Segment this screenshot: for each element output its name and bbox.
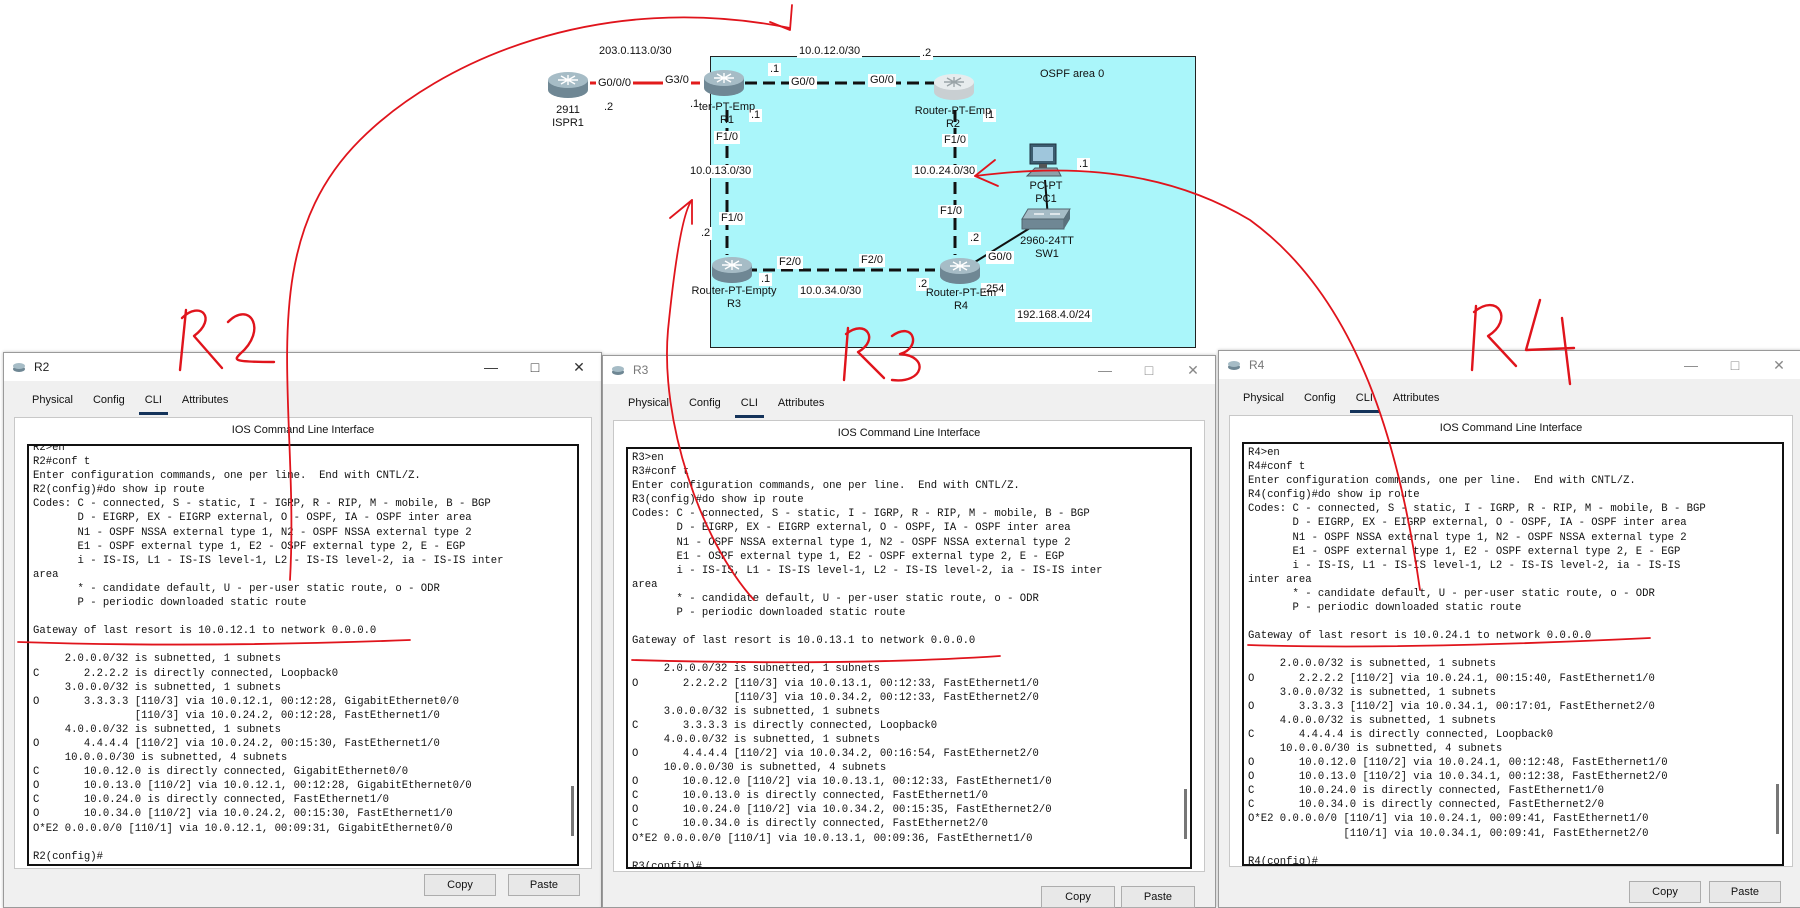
router-r3-icon[interactable] [710,255,754,285]
router-r1-icon[interactable] [702,68,746,98]
maximize-icon[interactable]: □ [1127,356,1171,384]
minimize-icon[interactable]: — [469,353,513,381]
ospf-area-label: OSPF area 0 [1040,68,1105,80]
tab-config[interactable]: Config [679,394,731,416]
pc-dot1-label: .1 [1077,158,1091,171]
r1-device-label: ter-PT-Emp R1 [698,101,756,126]
pc-icon[interactable] [1025,142,1063,178]
isp-device-label: 2911 ISPR1 [552,104,584,129]
console-output[interactable]: R4>en R4#conf t Enter configuration comm… [1242,442,1784,866]
console-output[interactable]: R3>en R3#conf t Enter configuration comm… [626,447,1192,869]
r2-r4-network-label: 10.0.24.0/30 [912,165,978,178]
minimize-icon[interactable]: — [1083,356,1127,384]
r1-r2-network-label: 10.0.12.0/30 [797,45,863,58]
console-output[interactable]: R2>en R2#conf t Enter configuration comm… [27,444,579,866]
r4-titlebar[interactable]: R4 — □ ✕ [1219,351,1800,379]
tab-cli[interactable]: CLI [731,394,768,418]
console-text: R2>en R2#conf t Enter configuration comm… [33,444,504,863]
r4-device-label: Router-PT-Em R4 [925,287,997,312]
r3-f20-label: F2/0 [777,256,804,269]
r3-r4-network-label: 10.0.34.0/30 [798,285,864,298]
window-title: R2 [34,360,50,374]
copy-button[interactable]: Copy [1041,886,1115,908]
console-text: R4>en R4#conf t Enter configuration comm… [1248,447,1706,866]
r4-window: R4 — □ ✕ Physical Config CLI Attributes … [1218,350,1800,908]
tab-bar: Physical Config CLI Attributes [1233,389,1449,413]
cli-panel: IOS Command Line Interface R4>en R4#conf… [1229,415,1793,867]
r1-g30-label: G3/0 [663,74,691,87]
r1-g00-label: G0/0 [789,76,817,89]
tab-attributes[interactable]: Attributes [768,394,834,416]
r3-titlebar[interactable]: R3 — □ ✕ [603,356,1215,384]
tab-physical[interactable]: Physical [1233,389,1294,411]
tab-config[interactable]: Config [83,391,135,413]
close-icon[interactable]: ✕ [1757,351,1800,379]
copy-button[interactable]: Copy [424,874,496,896]
scrollbar[interactable] [571,786,574,836]
r3-window: R3 — □ ✕ Physical Config CLI Attributes … [602,355,1216,908]
router-isp-icon[interactable] [546,70,590,100]
isp-network-label: 203.0.113.0/30 [597,45,674,58]
maximize-icon[interactable]: □ [513,353,557,381]
app-icon [1228,361,1240,370]
cli-header: IOS Command Line Interface [231,424,375,436]
lan-network-label: 192.168.4.0/24 [1015,309,1093,322]
isp-host-label: .2 [602,101,616,114]
topology-links [590,81,1049,272]
r4-g00-label: G0/0 [986,251,1014,264]
sw-device-label: 2960-24TT SW1 [1020,235,1074,260]
r2-titlebar[interactable]: R2 — □ ✕ [4,353,601,381]
close-icon[interactable]: ✕ [557,353,601,381]
scrollbar[interactable] [1776,784,1779,834]
r1-dot1-a: .1 [768,63,782,76]
maximize-icon[interactable]: □ [1713,351,1757,379]
pc-device-label: PC-PT PC1 [1029,180,1063,205]
console-text: R3>en R3#conf t Enter configuration comm… [632,452,1103,869]
scrollbar[interactable] [1184,789,1187,839]
tab-physical[interactable]: Physical [22,391,83,413]
r4-f10-label: F1/0 [938,205,965,218]
tab-physical[interactable]: Physical [618,394,679,416]
r3-device-label: Router-PT-Empty R3 [691,285,777,310]
r2-f10-label: F1/0 [942,134,969,147]
app-icon [612,366,624,375]
switch-icon[interactable] [1020,207,1072,231]
r2-window: R2 — □ ✕ Physical Config CLI Attributes … [3,352,602,908]
cli-header: IOS Command Line Interface [837,427,981,439]
tab-attributes[interactable]: Attributes [172,391,238,413]
window-title: R3 [633,363,649,377]
tab-cli[interactable]: CLI [1346,389,1383,413]
close-icon[interactable]: ✕ [1171,356,1215,384]
r4-dot2-b: .2 [968,232,982,245]
paste-button[interactable]: Paste [508,874,580,896]
isp-g000-label: G0/0/0 [596,77,634,90]
tab-attributes[interactable]: Attributes [1383,389,1449,411]
r3-dot2-label: .2 [699,227,713,240]
r2-g00-label: G0/0 [868,74,896,87]
router-r4-icon[interactable] [938,256,982,286]
cli-panel: IOS Command Line Interface R3>en R3#conf… [613,420,1205,872]
r2-dot2-label: .2 [920,47,934,60]
r3-f10-label: F1/0 [719,212,746,225]
tab-cli[interactable]: CLI [135,391,172,415]
tab-config[interactable]: Config [1294,389,1346,411]
r1-f10-label: F1/0 [714,131,741,144]
cli-panel: IOS Command Line Interface R2>en R2#conf… [14,417,592,869]
r1-r3-network-label: 10.0.13.0/30 [688,165,754,178]
cli-header: IOS Command Line Interface [1439,422,1583,434]
r4-f20-label: F2/0 [859,254,886,267]
app-icon [13,363,25,372]
paste-button[interactable]: Paste [1121,886,1195,908]
window-title: R4 [1249,358,1265,372]
topology-canvas: OSPF area 0 203.0.113.0/30 10.0.12.0/30 … [0,0,1800,350]
paste-button[interactable]: Paste [1709,881,1781,903]
minimize-icon[interactable]: — [1669,351,1713,379]
r2-device-label: Router-PT-Emp R2 [914,105,992,130]
copy-button[interactable]: Copy [1629,881,1701,903]
tab-bar: Physical Config CLI Attributes [618,394,834,418]
router-r2-icon[interactable] [932,72,976,102]
tab-bar: Physical Config CLI Attributes [22,391,238,415]
